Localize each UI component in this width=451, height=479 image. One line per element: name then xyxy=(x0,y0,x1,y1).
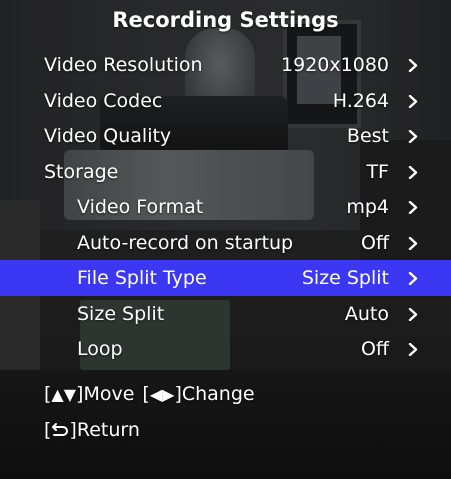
row-label: File Split Type xyxy=(77,267,207,289)
left-right-arrows-icon: ◀▶ xyxy=(149,385,175,404)
menu-title: Recording Settings xyxy=(112,8,339,32)
hint-change-label: Change xyxy=(181,383,255,405)
chevron-right-icon xyxy=(406,59,420,72)
bracket-close: ] xyxy=(174,383,182,405)
bracket-open: [ xyxy=(142,383,150,405)
bracket-open: [ xyxy=(44,419,52,441)
hint-move-label: Move xyxy=(83,383,135,405)
chevron-right-icon xyxy=(406,308,420,321)
row-value: 1920x1080 xyxy=(281,54,389,76)
chevron-right-icon xyxy=(406,95,420,108)
hint-return-label: Return xyxy=(76,419,140,441)
chevron-right-icon xyxy=(406,130,420,143)
menu-row-video-resolution[interactable]: Video Resolution 1920x1080 xyxy=(0,47,451,83)
row-value: Off xyxy=(360,232,389,254)
menu-row-size-split[interactable]: Size Split Auto xyxy=(0,296,451,332)
return-arrow-icon xyxy=(51,416,69,436)
row-value: TF xyxy=(366,161,389,183)
row-label: Auto-record on startup xyxy=(77,232,294,254)
menu-row-video-codec[interactable]: Video Codec H.264 xyxy=(0,83,451,119)
row-value: Auto xyxy=(344,303,389,325)
chevron-right-icon xyxy=(406,343,420,356)
row-value: Off xyxy=(360,338,389,360)
bracket-close: ] xyxy=(69,419,77,441)
menu-row-video-quality[interactable]: Video Quality Best xyxy=(0,118,451,154)
menu-row-storage[interactable]: Storage TF xyxy=(0,154,451,190)
row-label: Loop xyxy=(77,338,123,360)
row-label: Size Split xyxy=(77,303,165,325)
row-label: Video Quality xyxy=(44,125,172,147)
row-value: Best xyxy=(346,125,389,147)
navigation-hint: [▲▼]Move [◀▶]Change xyxy=(44,378,255,410)
row-label: Video Resolution xyxy=(44,54,203,76)
chevron-right-icon xyxy=(406,237,420,250)
row-value: mp4 xyxy=(346,196,389,218)
chevron-right-icon xyxy=(406,201,420,214)
chevron-right-icon xyxy=(406,166,420,179)
recording-settings-menu: Recording Settings Video Resolution 1920… xyxy=(0,0,451,479)
up-down-arrows-icon: ▲▼ xyxy=(51,385,77,404)
menu-row-file-split-type[interactable]: File Split Type Size Split xyxy=(0,260,451,296)
row-value: H.264 xyxy=(332,90,389,112)
row-value: Size Split xyxy=(301,267,389,289)
chevron-right-icon xyxy=(406,272,420,285)
row-label: Video Format xyxy=(77,196,204,218)
menu-row-video-format[interactable]: Video Format mp4 xyxy=(0,189,451,225)
menu-row-loop[interactable]: Loop Off xyxy=(0,331,451,367)
menu-row-auto-record-on-startup[interactable]: Auto-record on startup Off xyxy=(0,225,451,261)
row-label: Storage xyxy=(44,161,119,183)
row-label: Video Codec xyxy=(44,90,163,112)
return-hint: []Return xyxy=(44,414,140,446)
